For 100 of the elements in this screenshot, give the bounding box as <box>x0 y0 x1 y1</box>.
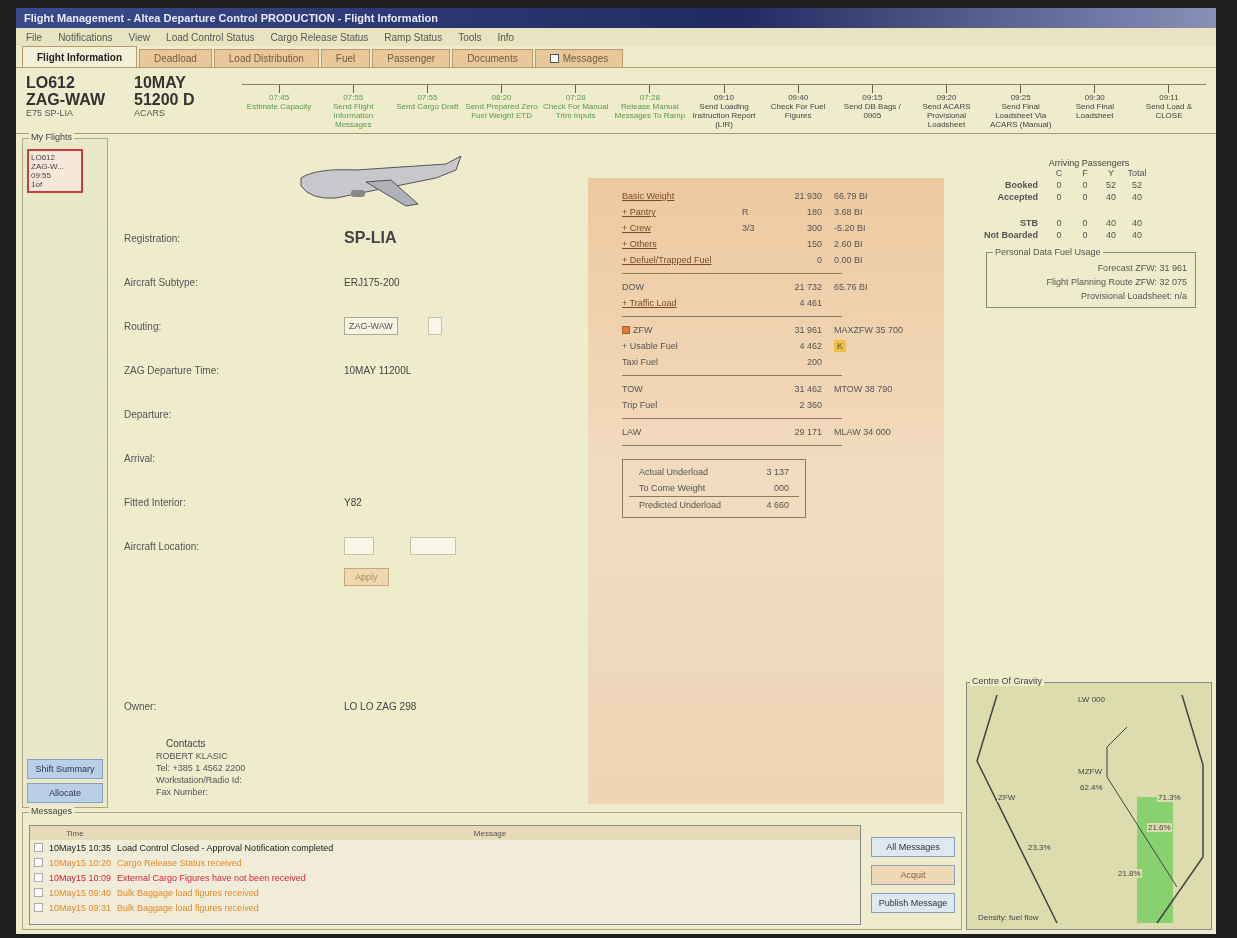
milestone-time: 07:45 <box>269 93 290 102</box>
weight-index: 0.00 BI <box>834 255 863 265</box>
checkbox[interactable] <box>34 903 43 912</box>
milestone-label: Check For Fuel Figures <box>769 102 827 120</box>
checkbox[interactable] <box>622 326 630 334</box>
weight-label: ZFW <box>622 325 742 335</box>
tab[interactable]: Messages <box>534 49 624 67</box>
weight-label: + Usable Fuel <box>622 341 679 351</box>
chart-label: 71.3% <box>1157 793 1182 802</box>
field-value: LO LO ZAG 298 <box>344 700 417 712</box>
input-field[interactable] <box>344 537 374 555</box>
weight-label[interactable]: + Others <box>622 239 742 249</box>
milestone-label: Send Cargo Draft <box>396 102 459 111</box>
milestone-label: Send Prepared Zero Fuel Weight ETD <box>464 102 539 120</box>
menu-item[interactable]: Tools <box>458 31 482 43</box>
row-label: Not Boarded <box>983 230 1039 240</box>
routing-field[interactable]: ZAG-WAW <box>344 317 398 335</box>
flight-card[interactable]: LO612 ZAG-W... 09:55 1of <box>27 149 83 193</box>
menu-item[interactable]: Cargo Release Status <box>270 31 369 43</box>
message-time: 10May15 10:35 <box>49 842 112 853</box>
input-field[interactable] <box>410 537 456 555</box>
menu-item[interactable]: Load Control Status <box>166 31 255 43</box>
contact-line: ROBERT KLASIC <box>156 750 229 762</box>
weight-label: DOW <box>622 282 645 292</box>
tab[interactable]: Passenger <box>372 49 451 67</box>
table-cell-text: 0 <box>1055 180 1063 190</box>
menu-item[interactable]: Info <box>497 31 515 43</box>
fuel-usage-line: Provisional Loadsheet: n/a <box>1080 291 1187 301</box>
menu-item[interactable]: File <box>26 31 43 43</box>
weight-index: 66.79 BI <box>834 191 868 201</box>
panel-title: My Flights <box>29 132 74 142</box>
checkbox[interactable] <box>34 858 43 867</box>
underload-value: 000 <box>773 483 789 493</box>
weight-value: 21 930 <box>793 191 822 201</box>
weight-label[interactable]: + Defuel/Trapped Fuel <box>622 255 742 265</box>
chart-title: Centre Of Gravity <box>970 676 1045 686</box>
column-header: Y <box>1107 168 1115 178</box>
tab[interactable]: Fuel <box>320 49 371 67</box>
field-label: Fitted Interior: <box>124 496 187 508</box>
milestone-time: 09:20 <box>936 93 957 102</box>
chart-label: LW 000 <box>1077 695 1106 704</box>
tab[interactable]: Deadload <box>139 49 212 67</box>
message-time: 10May15 10:20 <box>49 857 112 868</box>
chart-label: 21.6% <box>1147 823 1172 832</box>
milestone-time: 09:30 <box>1084 93 1105 102</box>
chart-label: MZFW <box>1077 767 1103 776</box>
menu-item[interactable]: Ramp Status <box>384 31 443 43</box>
table-cell-text: 40 <box>1105 230 1117 240</box>
weight-value: 31 462 <box>793 384 822 394</box>
message-time: 10May15 09:31 <box>49 902 112 913</box>
checkbox[interactable] <box>34 873 43 882</box>
table-cell-text: 52 <box>1105 180 1117 190</box>
tab[interactable]: Load Distribution <box>213 49 319 67</box>
weight-value: 300 <box>805 223 822 233</box>
milestone-time: 07:28 <box>639 93 660 102</box>
menu-item[interactable]: Notifications <box>58 31 113 43</box>
message-time: 10May15 09:40 <box>49 887 112 898</box>
milestone-time: 07:28 <box>565 93 586 102</box>
tab[interactable]: Flight Information <box>22 46 137 67</box>
milestone-label: Send DB Bags / 0905 <box>842 102 902 120</box>
weight-value: 0 <box>816 255 822 265</box>
underload-label: To Come Weight <box>639 483 706 493</box>
weight-index: MLAW 34 000 <box>834 427 891 437</box>
weight-label[interactable]: + Traffic Load <box>622 298 742 308</box>
weight-label[interactable]: Basic Weight <box>622 191 742 201</box>
underload-value: 4 660 <box>766 500 789 510</box>
weight-value: 4 462 <box>798 341 822 351</box>
milestone-time: 09:25 <box>1010 93 1031 102</box>
milestone-time: 07:55 <box>343 93 364 102</box>
fuel-flag: K <box>834 340 846 352</box>
weight-label[interactable]: + Pantry <box>622 207 742 217</box>
contact-line: Tel: +385 1 4562 2200 <box>156 762 247 774</box>
side-button[interactable]: Shift Summary <box>27 759 103 779</box>
weight-index: 65.76 BI <box>834 282 868 292</box>
checkbox[interactable] <box>34 888 43 897</box>
milestone-label: Send Loading Instruction Report (LIR) <box>691 102 757 129</box>
message-time: 10May15 10:09 <box>49 872 112 883</box>
weight-value: 180 <box>805 207 822 217</box>
table-cell-text: 40 <box>1131 192 1143 202</box>
table-cell-text: 0 <box>1081 180 1089 190</box>
menu-item[interactable]: View <box>128 31 151 43</box>
weight-label: TOW <box>622 384 644 394</box>
row-label: Booked <box>1004 180 1039 190</box>
tab[interactable]: Documents <box>452 49 533 67</box>
lookup-button[interactable] <box>427 317 442 335</box>
column-header: Message <box>472 828 508 838</box>
milestone-time: 07:55 <box>417 93 438 102</box>
weight-value: 200 <box>805 357 822 367</box>
message-button[interactable]: All Messages <box>871 837 955 857</box>
field-label: Arrival: <box>124 452 157 464</box>
passengers-title: Arriving Passengers <box>1047 158 1131 168</box>
message-text: Cargo Release Status received <box>117 857 242 868</box>
milestone-label: Send Load & CLOSE <box>1144 102 1194 120</box>
weight-label[interactable]: + Crew <box>622 223 742 233</box>
checkbox[interactable] <box>34 843 43 852</box>
field-value: Y82 <box>344 496 362 508</box>
row-label: Accepted <box>996 192 1039 202</box>
side-button[interactable]: Allocate <box>27 783 103 803</box>
weight-value: 150 <box>805 239 822 249</box>
message-button[interactable]: Publish Message <box>871 893 955 913</box>
